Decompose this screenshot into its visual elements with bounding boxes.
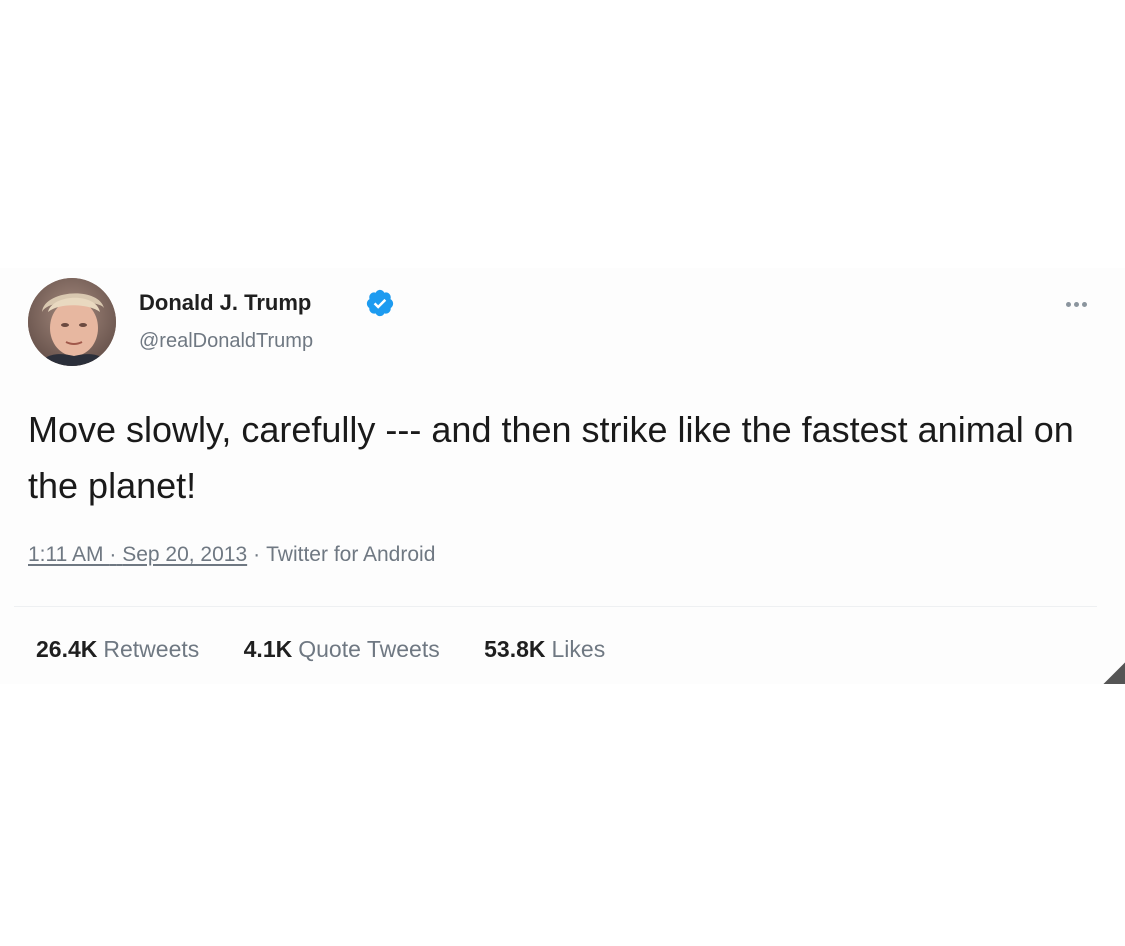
retweets-count: 26.4K [36, 636, 98, 662]
quote-tweets-count: 4.1K [243, 636, 293, 662]
more-options-icon[interactable] [1056, 292, 1096, 316]
likes-count: 53.8K [484, 636, 546, 662]
author-display-name[interactable]: Donald J. Trump [139, 290, 311, 316]
tweet-source[interactable]: Twitter for Android [266, 543, 435, 566]
avatar[interactable] [28, 278, 116, 366]
avatar-image [28, 278, 116, 366]
more-dot [1065, 301, 1071, 307]
tweet-card[interactable]: Donald J. Trump @realDonaldTrump Move sl… [0, 268, 1125, 684]
more-dot [1073, 301, 1079, 307]
retweets-label: Retweets [103, 636, 200, 662]
quote-tweets-label: Quote Tweets [298, 636, 440, 662]
more-dot [1081, 301, 1087, 307]
tweet-stats: 26.4K Retweets 4.1K Quote Tweets 53.8K Like… [36, 636, 643, 663]
likes-label: Likes [551, 636, 606, 662]
tweet-time: 1:11 AM [28, 543, 104, 566]
tweet-text: Move slowly, carefully --- and then stri… [28, 409, 1074, 506]
verified-badge-icon [365, 288, 395, 318]
page-curl [1103, 662, 1125, 684]
author-handle[interactable]: @realDonaldTrump [139, 330, 313, 353]
tweet-meta: 1:11 AM · Sep 20, 2013 · Twitter for Andro… [28, 543, 435, 567]
likes-stat[interactable]: 53.8K Likes [484, 636, 605, 663]
retweets-stat[interactable]: 26.4K Retweets [36, 636, 199, 663]
meta-separator: · [253, 543, 261, 566]
tweet-time-link[interactable]: 1:11 AM · Sep 20, 2013 [28, 543, 247, 566]
tweet-date: Sep 20, 2013 [122, 543, 248, 566]
quote-tweets-stat[interactable]: 4.1K Quote Tweets [244, 636, 440, 663]
divider [14, 606, 1097, 607]
meta-separator: · [109, 543, 117, 566]
